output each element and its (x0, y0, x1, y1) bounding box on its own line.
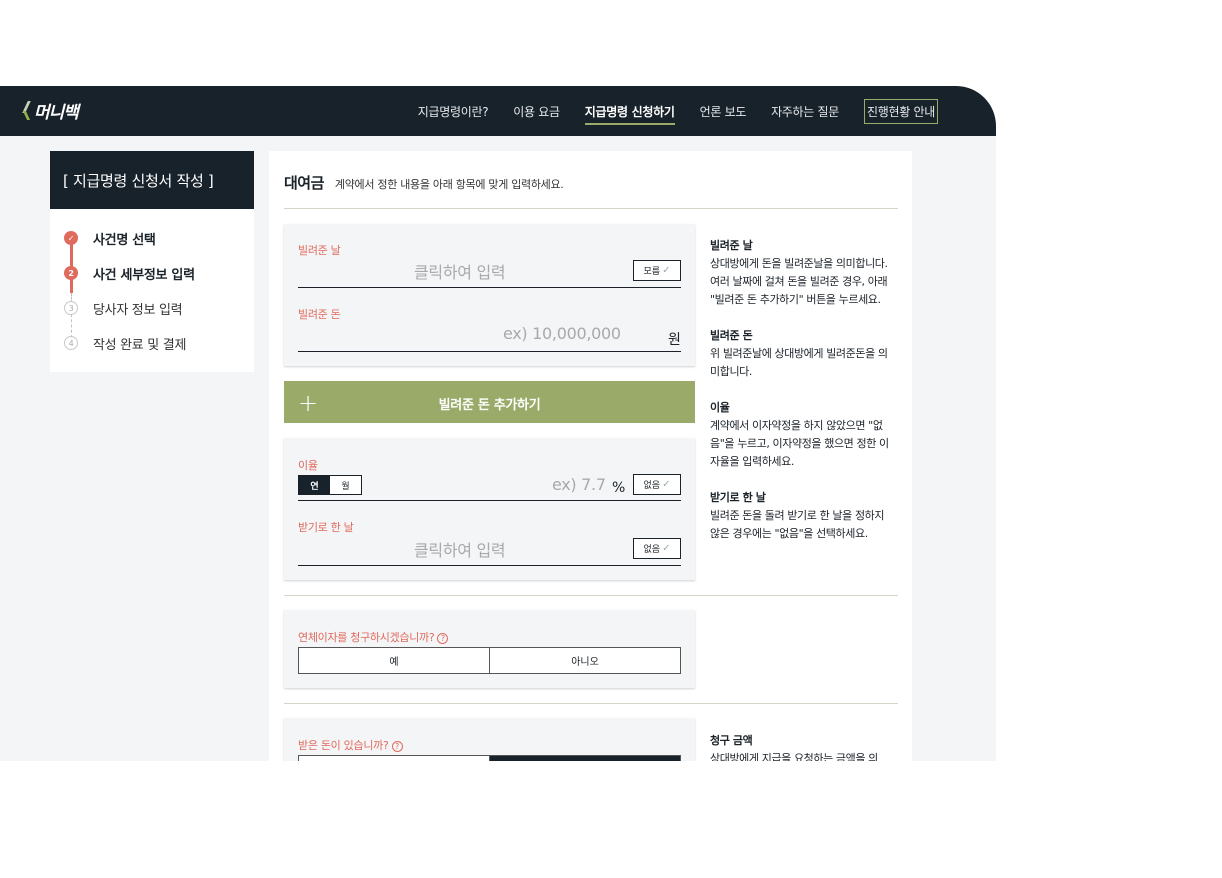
check-icon: ✓ (64, 231, 78, 245)
help-body: 상대방에게 지급을 요청하는 금액을 의 (710, 752, 878, 761)
received-question: 받은 돈이 있습니까?? (298, 737, 403, 753)
late-interest-yes-button[interactable]: 예 (299, 648, 489, 673)
step-label: 사건 세부정보 입력 (93, 268, 195, 283)
none-label: 없음 (643, 545, 661, 555)
step-label: 사건명 선택 (93, 233, 156, 248)
question-text: 받은 돈이 있습니까? (298, 739, 389, 752)
main-nav: 지급명령이란? 이용 요금 지급명령 신청하기 언론 보도 자주하는 질문 진행… (418, 86, 938, 136)
loan-amount-input[interactable]: ex) 10,000,000 (503, 324, 621, 343)
step-item-complete-payment[interactable]: 4 작성 완료 및 결제 (50, 326, 254, 361)
late-interest-card: 연체이자를 청구하시겠습니까?? 예 아니오 (284, 610, 695, 688)
percent-unit: % (612, 480, 626, 496)
step-label: 당사자 정보 입력 (93, 303, 183, 318)
step-number: 3 (64, 301, 78, 315)
period-year-option[interactable]: 연 (299, 476, 330, 494)
top-navigation: 머니백 지급명령이란? 이용 요금 지급명령 신청하기 언론 보도 자주하는 질… (0, 86, 996, 136)
page-title: 대여금 (284, 174, 324, 192)
late-interest-options: 예 아니오 (298, 647, 681, 674)
loan-card: 빌려준 날 클릭하여 입력 모름 ✓ 빌려준 돈 ex) 10,000,000 원 (284, 224, 695, 366)
input-underline (298, 351, 681, 352)
help-panel: 빌려준 날 상대방에게 돈을 빌려준날을 의미합니다. 여러 날짜에 걸쳐 돈을… (710, 237, 890, 561)
check-icon: ✓ (662, 479, 671, 490)
due-date-none-button[interactable]: 없음 ✓ (633, 538, 681, 559)
nav-item-press[interactable]: 언론 보도 (700, 103, 747, 120)
interest-period-toggle: 연 월 (298, 475, 362, 495)
received-options (298, 755, 681, 761)
received-yes-button[interactable] (299, 756, 489, 761)
help-title: 청구 금액 (710, 734, 753, 747)
progress-guide-button[interactable]: 진행현황 안내 (864, 98, 938, 124)
interest-none-button[interactable]: 없음 ✓ (633, 474, 681, 495)
add-loan-label: 빌려준 돈 추가하기 (438, 398, 541, 413)
page-description: 계약에서 정한 내용을 아래 항목에 맞게 입력하세요. (334, 178, 564, 191)
received-no-button[interactable] (489, 756, 680, 761)
help-item: 빌려준 날 상대방에게 돈을 빌려준날을 의미합니다. 여러 날짜에 걸쳐 돈을… (710, 237, 890, 309)
divider (284, 703, 898, 704)
period-month-option[interactable]: 월 (330, 476, 361, 494)
help-item: 빌려준 돈 위 빌려준날에 상대방에게 빌려준돈을 의미합니다. (710, 327, 890, 381)
step-sidebar: [ 지급명령 신청서 작성 ] ✓ 사건명 선택 2 사건 세부정보 입력 3 … (50, 151, 254, 372)
divider (284, 595, 898, 596)
interest-label: 이율 (298, 459, 318, 472)
input-underline (298, 500, 681, 501)
check-icon: ✓ (662, 543, 671, 554)
unknown-label: 모름 (643, 267, 661, 277)
add-loan-button[interactable]: + 빌려준 돈 추가하기 (284, 381, 695, 423)
logo-mark-icon (22, 99, 34, 121)
help-item: 이율 계약에서 이자약정을 하지 않았으면 "없음"을 누르고, 이자약정을 했… (710, 399, 890, 471)
help-title: 빌려준 날 (710, 239, 753, 252)
help-icon[interactable]: ? (437, 633, 449, 644)
loan-date-unknown-button[interactable]: 모름 ✓ (633, 260, 681, 281)
step-label: 작성 완료 및 결제 (93, 338, 187, 353)
late-interest-no-button[interactable]: 아니오 (489, 648, 680, 673)
step-item-case-select[interactable]: ✓ 사건명 선택 (50, 221, 254, 256)
help-item: 받기로 한 날 빌려준 돈을 돌려 받기로 한 날을 정하지 않은 경우에는 "… (710, 489, 890, 543)
nav-item-about[interactable]: 지급명령이란? (418, 103, 489, 120)
sidebar-title: [ 지급명령 신청서 작성 ] (50, 151, 254, 209)
nav-item-faq[interactable]: 자주하는 질문 (771, 103, 839, 120)
section-header: 대여금 계약에서 정한 내용을 아래 항목에 맞게 입력하세요. (284, 172, 564, 193)
app-frame: 머니백 지급명령이란? 이용 요금 지급명령 신청하기 언론 보도 자주하는 질… (0, 86, 996, 761)
input-underline (298, 287, 681, 288)
input-underline (298, 565, 681, 566)
step-number: 4 (64, 336, 78, 350)
help-body: 빌려준 돈을 돌려 받기로 한 날을 정하지 않은 경우에는 "없음"을 선택하… (710, 509, 885, 540)
main-form: 대여금 계약에서 정한 내용을 아래 항목에 맞게 입력하세요. 빌려준 날 클… (269, 151, 912, 761)
interest-rate-input[interactable]: ex) 7.7 (552, 475, 606, 494)
help-title: 이율 (710, 401, 730, 414)
nav-item-pricing[interactable]: 이용 요금 (513, 103, 560, 120)
help-panel-claim: 청구 금액 상대방에게 지급을 요청하는 금액을 의 (710, 732, 890, 761)
due-date-input[interactable]: 클릭하여 입력 (414, 537, 506, 561)
question-text: 연체이자를 청구하시겠습니까? (298, 631, 435, 644)
divider (284, 208, 898, 209)
help-body: 위 빌려준날에 상대방에게 빌려준돈을 의미합니다. (710, 347, 888, 378)
check-icon: ✓ (662, 265, 671, 276)
won-unit: 원 (668, 332, 681, 348)
step-number: 2 (64, 266, 78, 280)
none-label: 없음 (643, 481, 661, 491)
due-date-label: 받기로 한 날 (298, 521, 354, 534)
interest-card: 이율 연 월 ex) 7.7 % 없음 ✓ 받기로 한 날 클릭하여 입력 없음 ✓ (284, 438, 695, 580)
help-title: 빌려준 돈 (710, 329, 753, 342)
loan-date-label: 빌려준 날 (298, 244, 341, 257)
nav-item-apply[interactable]: 지급명령 신청하기 (584, 103, 675, 125)
logo[interactable]: 머니백 (22, 97, 79, 123)
step-item-case-details[interactable]: 2 사건 세부정보 입력 (50, 256, 254, 291)
help-body: 상대방에게 돈을 빌려준날을 의미합니다. 여러 날짜에 걸쳐 돈을 빌려준 경… (710, 257, 888, 306)
help-icon[interactable]: ? (391, 741, 403, 752)
help-body: 계약에서 이자약정을 하지 않았으면 "없음"을 누르고, 이자약정을 했으면 … (710, 419, 889, 468)
loan-amount-label: 빌려준 돈 (298, 308, 341, 321)
logo-text: 머니백 (34, 102, 79, 123)
help-title: 받기로 한 날 (710, 491, 766, 504)
step-list: ✓ 사건명 선택 2 사건 세부정보 입력 3 당사자 정보 입력 4 작성 완… (50, 209, 254, 372)
received-card: 받은 돈이 있습니까?? (284, 718, 695, 761)
late-interest-question: 연체이자를 청구하시겠습니까?? (298, 629, 449, 645)
step-item-party-info[interactable]: 3 당사자 정보 입력 (50, 291, 254, 326)
loan-date-input[interactable]: 클릭하여 입력 (414, 259, 506, 283)
